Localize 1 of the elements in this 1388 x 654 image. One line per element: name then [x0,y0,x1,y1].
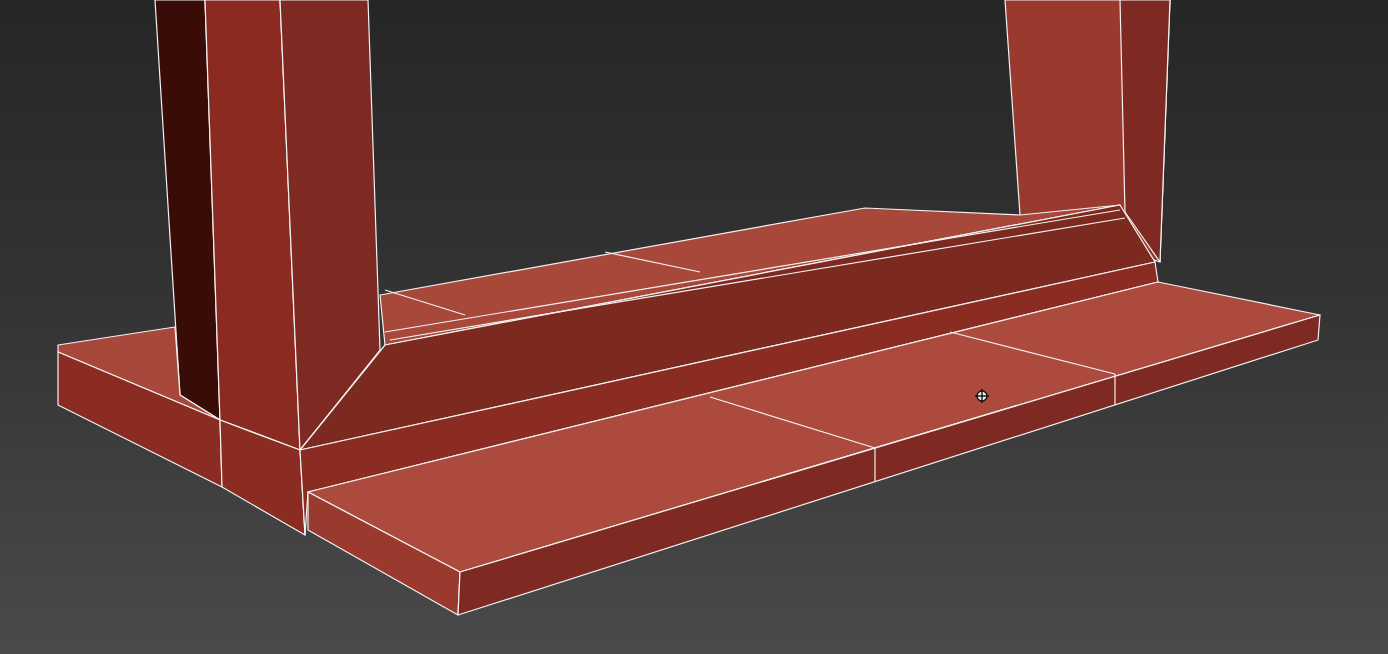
move-cursor-icon [974,388,990,404]
